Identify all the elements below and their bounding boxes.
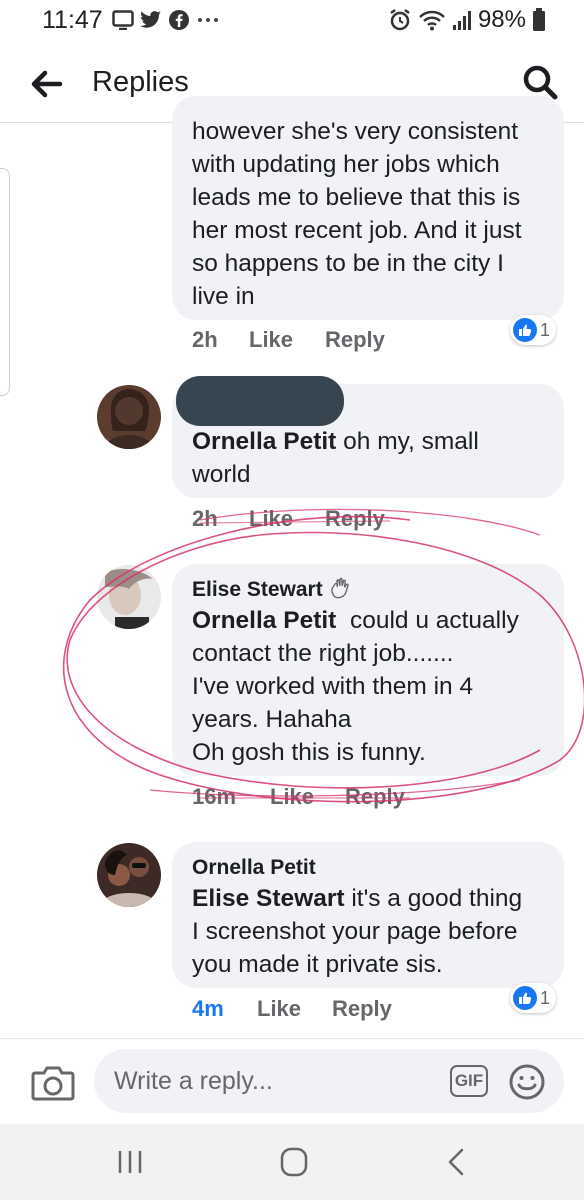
parent-comment-edge [0, 168, 10, 396]
avatar[interactable] [97, 843, 161, 907]
mention-link[interactable]: Ornella Petit [192, 607, 336, 634]
comment-text: Ornella Petit could u actually contact t… [192, 607, 519, 766]
status-time: 11:47 [42, 6, 103, 34]
more-notifications-icon [198, 18, 218, 22]
comment-text: Elise Stewart it's a good thing I screen… [192, 885, 523, 978]
gif-button[interactable]: GIF [450, 1065, 488, 1097]
mention-link[interactable]: Ornella Petit [192, 428, 336, 455]
back-arrow-icon[interactable] [26, 64, 66, 104]
avatar[interactable] [97, 385, 161, 449]
reply-button[interactable]: Reply [325, 327, 385, 353]
home-icon[interactable] [274, 1146, 314, 1178]
comment-time: 16m [192, 784, 237, 809]
reaction-number: 1 [540, 987, 551, 1008]
reply-button[interactable]: Reply [332, 996, 392, 1022]
reaction-count[interactable]: 1 [510, 983, 557, 1013]
back-nav-icon[interactable] [438, 1146, 478, 1178]
recent-apps-icon[interactable] [110, 1146, 150, 1178]
page-title: Replies [92, 66, 189, 98]
reply-input[interactable]: Write a reply... GIF [94, 1049, 564, 1113]
system-nav-bar [0, 1124, 584, 1200]
comment-text: Ornella Petit oh my, small world [192, 428, 479, 488]
battery-percent: 98% [477, 6, 526, 33]
reaction-count[interactable]: 1 [510, 315, 557, 345]
like-button[interactable]: Like [257, 996, 301, 1022]
comment-time: 2h [192, 506, 218, 531]
notification-icons [112, 7, 220, 33]
cast-icon [112, 10, 134, 30]
status-bar: 11:47 98% [0, 0, 584, 40]
like-button[interactable]: Like [249, 327, 293, 353]
wifi-icon [419, 10, 445, 31]
comment-text: however she's very consistent with updat… [192, 118, 522, 310]
twitter-icon [140, 11, 161, 28]
emoji-icon[interactable] [508, 1063, 546, 1101]
thumbs-up-icon [513, 318, 537, 342]
facebook-icon [169, 10, 189, 30]
reply-button[interactable]: Reply [345, 784, 405, 810]
redacted-author [176, 376, 344, 426]
reply-placeholder: Write a reply... [114, 1067, 273, 1095]
thumbs-up-icon [513, 986, 537, 1010]
battery-icon [533, 8, 545, 31]
like-button[interactable]: Like [249, 506, 293, 532]
like-button[interactable]: Like [270, 784, 314, 810]
mention-link[interactable]: Elise Stewart [192, 885, 345, 912]
camera-icon[interactable] [30, 1061, 76, 1105]
reply-composer: Write a reply... GIF [0, 1038, 584, 1125]
wave-icon [330, 577, 349, 599]
comment-time: 4m [192, 996, 224, 1021]
comment-author: Elise Stewart [192, 573, 351, 606]
reply-button[interactable]: Reply [325, 506, 385, 532]
comment-time: 2h [192, 327, 218, 352]
signal-icon [452, 11, 471, 30]
reaction-number: 1 [540, 319, 551, 340]
alarm-icon [390, 9, 410, 31]
avatar[interactable] [97, 565, 161, 629]
comment-author[interactable]: Ornella Petit [192, 851, 316, 884]
author-name[interactable]: Elise Stewart [192, 578, 323, 601]
